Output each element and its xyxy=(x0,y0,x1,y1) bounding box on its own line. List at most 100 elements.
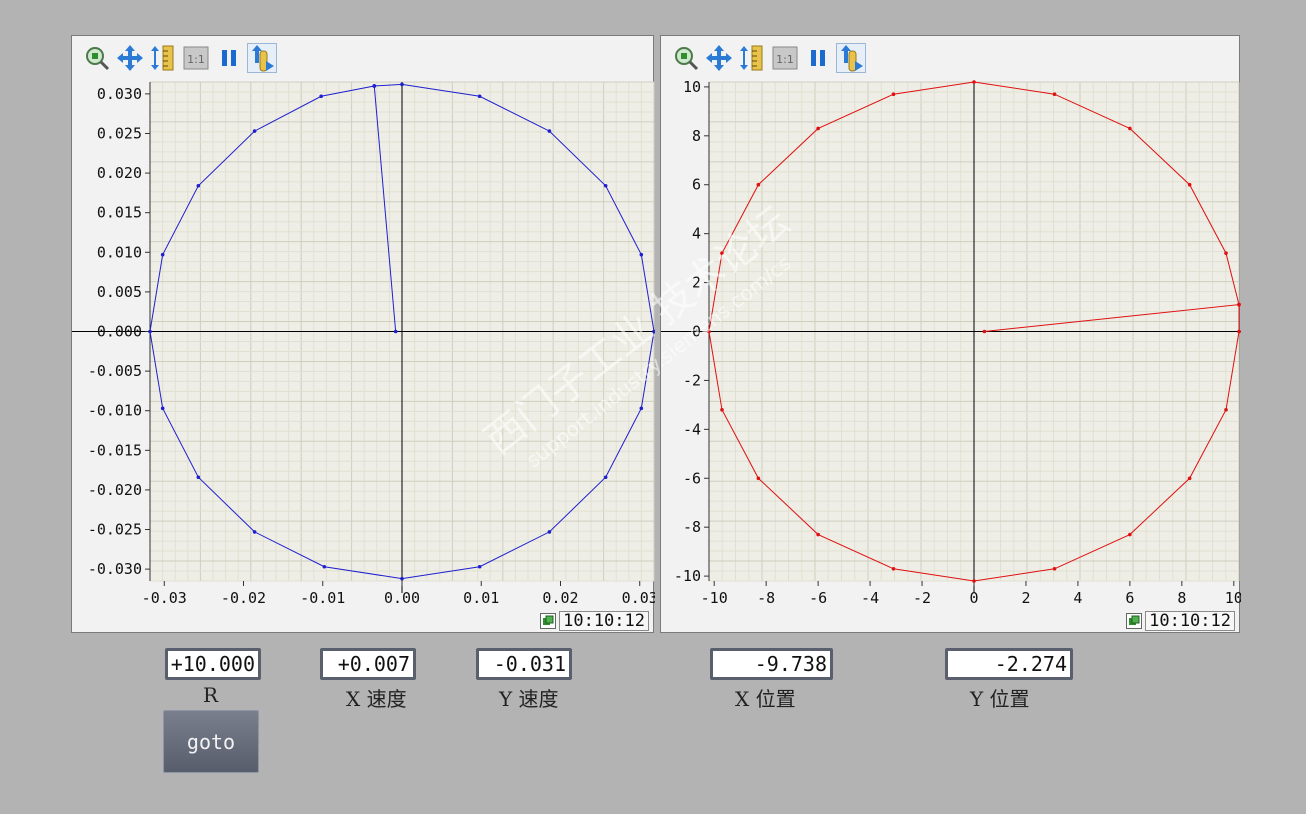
right-trend-chart[interactable]: 10 8 6 4 2 0 -2 -4 -6 -8 -10-10 -8 -6 -4 -2 0 2 4 6 8 10 xyxy=(661,36,1241,634)
x-tick-label: -0.01 xyxy=(300,589,345,607)
right-clock-time: 10:10:12 xyxy=(1145,611,1235,631)
x-tick-label: 0.03 xyxy=(622,589,655,607)
data-point xyxy=(639,252,644,257)
y-tick-label: -0.030 xyxy=(88,560,142,578)
data-point xyxy=(1128,532,1132,537)
x-tick-label: -0.02 xyxy=(221,589,266,607)
y-tick-label: 10 xyxy=(683,78,701,96)
x-tick-label: 0.02 xyxy=(542,589,578,607)
y-speed-label: Y 速度 xyxy=(499,687,559,711)
x-tick-label: -0.03 xyxy=(142,589,187,607)
y-tick-label: 0 xyxy=(692,323,701,341)
y-position-field[interactable]: -2.274 xyxy=(945,648,1073,680)
trend-status-icon xyxy=(540,613,557,629)
y-tick-label: 8 xyxy=(692,127,701,145)
x-position-label: X 位置 xyxy=(735,687,796,711)
goto-button[interactable]: goto xyxy=(163,710,259,773)
x-tick-label: 0 xyxy=(969,589,978,607)
x-speed-field[interactable]: +0.007 xyxy=(320,648,416,680)
data-point xyxy=(547,129,552,133)
y-tick-label: 2 xyxy=(692,274,701,292)
x-position-field[interactable]: -9.738 xyxy=(710,648,833,680)
x-tick-label: 2 xyxy=(1021,589,1030,607)
data-point xyxy=(322,564,327,569)
data-point xyxy=(252,129,257,133)
data-point xyxy=(1224,251,1228,256)
x-tick-label: 8 xyxy=(1177,589,1186,607)
data-point xyxy=(400,576,404,581)
data-point xyxy=(720,407,724,412)
data-point xyxy=(720,251,724,256)
y-position-label: Y 位置 xyxy=(970,687,1030,711)
r-label: R xyxy=(203,683,219,707)
y-tick-label: -0.015 xyxy=(88,441,142,459)
x-speed-label: X 速度 xyxy=(346,687,407,711)
data-point xyxy=(196,475,201,480)
y-tick-label: -0.005 xyxy=(88,362,142,380)
y-tick-label: -0.010 xyxy=(88,402,142,420)
data-point xyxy=(1187,182,1192,187)
data-point xyxy=(1237,302,1241,307)
data-point xyxy=(319,94,323,99)
data-point xyxy=(160,252,165,257)
data-point xyxy=(547,530,552,534)
y-tick-label: -2 xyxy=(683,371,701,389)
y-tick-label: -10 xyxy=(674,567,701,585)
x-tick-label: -2 xyxy=(913,589,931,607)
right-trend-panel: 1:1 10 8 6 4 2 0 -2 -4 -6 -8 -10 -10 -8 -6 -4 -2 0 2 4 6 8 10… xyxy=(660,35,1241,634)
data-point xyxy=(1052,566,1057,571)
data-point xyxy=(603,183,608,188)
x-tick-label: 4 xyxy=(1073,589,1082,607)
data-point xyxy=(891,92,896,97)
x-tick-label: -8 xyxy=(757,589,775,607)
data-point xyxy=(816,532,820,537)
data-point xyxy=(477,564,482,569)
y-tick-label: 0.005 xyxy=(97,283,142,301)
data-point xyxy=(372,84,377,88)
x-tick-label: -10 xyxy=(701,589,728,607)
data-point xyxy=(148,329,152,334)
y-tick-label: -8 xyxy=(683,518,701,536)
y-tick-label: -4 xyxy=(683,420,701,438)
y-tick-label: 0.010 xyxy=(97,243,142,261)
data-point xyxy=(972,579,976,583)
x-tick-label: 6 xyxy=(1125,589,1134,607)
data-point xyxy=(603,475,608,480)
x-tick-label: 0.01 xyxy=(463,589,499,607)
y-tick-label: 0.015 xyxy=(97,204,142,222)
y-speed-field[interactable]: -0.031 xyxy=(476,648,572,680)
x-tick-label: 10 xyxy=(1225,589,1241,607)
y-tick-label: -0.025 xyxy=(88,521,142,539)
data-point xyxy=(1187,476,1192,481)
left-clock-time: 10:10:12 xyxy=(559,611,649,631)
data-point xyxy=(1224,407,1228,412)
data-point xyxy=(816,126,820,131)
y-tick-label: 0.000 xyxy=(97,323,142,341)
left-trend-chart[interactable]: 0.030 0.025 0.020 0.015 0.010 0.005 0.000 -0.00… xyxy=(72,36,655,634)
right-clock: 10:10:12 xyxy=(1126,611,1235,631)
data-point xyxy=(160,406,165,411)
y-tick-label: 0.025 xyxy=(97,124,142,142)
data-point xyxy=(891,566,896,571)
left-clock: 10:10:12 xyxy=(540,611,649,631)
x-tick-label: -6 xyxy=(809,589,827,607)
r-value-field[interactable]: +10.000 xyxy=(165,648,261,680)
y-tick-label: -6 xyxy=(683,469,701,487)
data-point xyxy=(196,183,201,188)
y-tick-label: 0.020 xyxy=(97,164,142,182)
data-point xyxy=(756,476,761,481)
trend-status-icon xyxy=(1126,613,1143,629)
data-point xyxy=(1128,126,1132,131)
y-tick-label: -0.020 xyxy=(88,481,142,499)
data-point xyxy=(1237,329,1241,334)
y-tick-label: 4 xyxy=(692,225,701,243)
data-point xyxy=(639,406,644,411)
data-point xyxy=(756,182,761,187)
x-tick-label: -4 xyxy=(861,589,879,607)
data-point xyxy=(252,530,257,534)
data-point xyxy=(1052,92,1057,97)
data-point xyxy=(393,329,398,334)
data-point xyxy=(400,82,404,87)
y-tick-label: 0.030 xyxy=(97,85,142,103)
data-point xyxy=(477,94,482,99)
